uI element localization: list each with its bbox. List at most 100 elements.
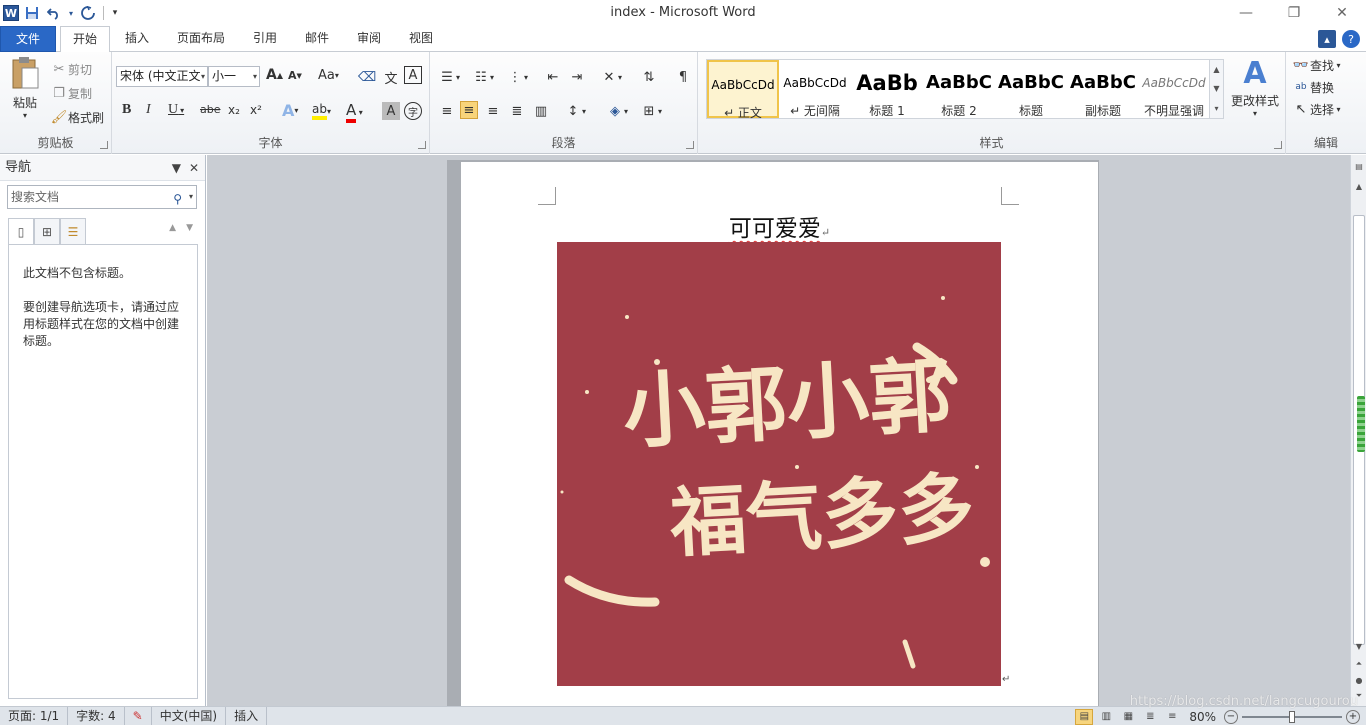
- enclose-char-button[interactable]: 字: [404, 102, 422, 120]
- nav-search-input[interactable]: 搜索文档 ⚲ ▾: [7, 185, 197, 209]
- word-app-icon[interactable]: W: [3, 5, 19, 21]
- nav-pane-close-icon[interactable]: ✕: [189, 155, 199, 181]
- nav-tab-pages[interactable]: ⊞: [34, 218, 60, 244]
- print-layout-view-icon[interactable]: ▤: [1075, 708, 1094, 725]
- styles-launcher-icon[interactable]: [1274, 141, 1282, 149]
- style-no-spacing[interactable]: AaBbCcDd ↵ 无间隔: [779, 60, 851, 118]
- style-subtle-emphasis[interactable]: AaBbCcDd 不明显强调: [1139, 60, 1209, 118]
- status-word-count[interactable]: 字数: 4: [68, 706, 125, 725]
- strikethrough-button[interactable]: abe: [200, 103, 221, 116]
- help-icon[interactable]: ?: [1342, 30, 1360, 48]
- italic-button[interactable]: I: [146, 102, 151, 118]
- align-center-button[interactable]: ≡: [460, 101, 478, 119]
- select-button[interactable]: ↖ 选择 ▾: [1292, 100, 1341, 118]
- bullets-button[interactable]: ☰ ▾: [438, 68, 460, 86]
- document-title-text[interactable]: 可可爱爱↵: [461, 209, 1098, 243]
- tab-review[interactable]: 审阅: [344, 26, 394, 52]
- restore-button[interactable]: ❐: [1270, 0, 1318, 26]
- clipboard-launcher-icon[interactable]: [100, 141, 108, 149]
- document-title[interactable]: 可可爱爱: [729, 216, 821, 242]
- chevron-down-icon[interactable]: ▼: [1213, 84, 1219, 93]
- line-spacing-button[interactable]: ↕ ▾: [564, 102, 586, 120]
- next-heading-icon[interactable]: ▼: [186, 223, 193, 233]
- text-effect-button[interactable]: A ▾: [282, 101, 298, 120]
- superscript-button[interactable]: x²: [250, 103, 262, 117]
- zoom-slider-knob[interactable]: [1289, 710, 1295, 723]
- undo-dropdown-icon[interactable]: ▾: [67, 4, 75, 22]
- customize-qat-icon[interactable]: ▾: [110, 4, 120, 22]
- font-name-combo[interactable]: 宋体 (中文正文 ▾: [116, 66, 208, 87]
- chevron-up-icon[interactable]: ▲: [1213, 65, 1219, 74]
- change-styles-button[interactable]: A 更改样式 ▾: [1228, 58, 1282, 119]
- more-styles-icon[interactable]: ▾: [1214, 104, 1218, 113]
- scroll-down-icon[interactable]: ▼: [1352, 639, 1366, 653]
- phonetic-guide-button[interactable]: 文: [382, 68, 400, 87]
- font-color-button[interactable]: A ▾: [346, 101, 363, 123]
- subscript-button[interactable]: x₂: [228, 103, 240, 117]
- document-picture[interactable]: 小郭小郭 福气多多: [557, 242, 1001, 686]
- proofing-status[interactable]: ✎: [125, 706, 152, 725]
- format-painter-button[interactable]: 🖌 格式刷: [50, 108, 104, 126]
- minimize-button[interactable]: —: [1222, 0, 1270, 26]
- align-left-button[interactable]: ≡: [438, 102, 456, 120]
- decrease-indent-button[interactable]: ⇤: [544, 68, 562, 86]
- distributed-button[interactable]: ▥: [532, 102, 550, 120]
- web-layout-icon[interactable]: ▦: [1119, 709, 1137, 725]
- nav-tab-headings[interactable]: ▯: [8, 218, 34, 244]
- justify-button[interactable]: ≣: [508, 102, 526, 120]
- style-title[interactable]: AaBbC 标题: [995, 60, 1067, 118]
- copy-button[interactable]: ❐ 复制: [50, 84, 92, 102]
- tab-insert[interactable]: 插入: [112, 26, 162, 52]
- tab-file[interactable]: 文件: [0, 26, 56, 52]
- save-icon[interactable]: [23, 4, 41, 22]
- zoom-out-button[interactable]: −: [1224, 709, 1238, 724]
- redo-icon[interactable]: [79, 4, 97, 22]
- cut-button[interactable]: ✂ 剪切: [50, 60, 92, 78]
- shrink-font-button[interactable]: A ▼: [288, 69, 302, 82]
- ruler-toggle-icon[interactable]: ▤: [1352, 159, 1366, 173]
- style-subtitle[interactable]: AaBbC 副标题: [1067, 60, 1139, 118]
- browse-object-icon[interactable]: ●: [1352, 673, 1366, 687]
- paste-button[interactable]: 粘贴 ▾: [8, 56, 42, 120]
- bold-button[interactable]: B: [122, 102, 131, 118]
- align-right-button[interactable]: ≡: [484, 102, 502, 120]
- char-shading-button[interactable]: A: [382, 102, 400, 120]
- outline-view-icon[interactable]: ≣: [1141, 709, 1159, 725]
- tab-view[interactable]: 视图: [396, 26, 446, 52]
- document-page[interactable]: 可可爱爱↵ 小郭小郭 福气多多 ↵: [461, 162, 1098, 706]
- char-border-button[interactable]: A: [404, 66, 422, 84]
- style-heading-1[interactable]: AaBb 标题 1: [851, 60, 923, 118]
- full-screen-reading-icon[interactable]: ▥: [1097, 709, 1115, 725]
- multilevel-list-button[interactable]: ⋮ ▾: [506, 68, 529, 86]
- scroll-up-icon[interactable]: ▲: [1352, 179, 1366, 193]
- previous-page-icon[interactable]: ⏶: [1352, 657, 1366, 671]
- undo-icon[interactable]: [45, 4, 63, 22]
- style-normal[interactable]: AaBbCcDd ↵ 正文: [707, 60, 779, 120]
- search-dropdown-icon[interactable]: ▾: [189, 186, 193, 208]
- font-size-combo[interactable]: 小一 ▾: [208, 66, 260, 87]
- status-page-count[interactable]: 页面: 1/1: [0, 706, 69, 725]
- tab-page-layout[interactable]: 页面布局: [166, 26, 236, 52]
- styles-scrollbar[interactable]: ▲ ▼ ▾: [1209, 60, 1223, 118]
- replace-button[interactable]: ab 替换: [1292, 78, 1334, 96]
- font-launcher-icon[interactable]: [418, 141, 426, 149]
- status-insert-mode[interactable]: 插入: [226, 706, 268, 725]
- status-language[interactable]: 中文(中国): [152, 706, 227, 725]
- search-icon[interactable]: ⚲: [173, 188, 182, 210]
- zoom-level[interactable]: 80%: [1189, 710, 1216, 724]
- underline-button[interactable]: U ▾: [168, 102, 184, 118]
- zoom-in-button[interactable]: +: [1346, 709, 1360, 724]
- clear-format-button[interactable]: ⌫: [358, 68, 376, 86]
- vertical-scrollbar[interactable]: ▤ ▲ ▼ ⏶ ● ⏷: [1350, 155, 1366, 706]
- minimize-ribbon-icon[interactable]: ▴: [1318, 30, 1336, 48]
- draft-view-icon[interactable]: ≡: [1163, 709, 1181, 725]
- scroll-thumb[interactable]: [1353, 215, 1365, 645]
- chinese-layout-button[interactable]: ✕ ▾: [600, 68, 622, 86]
- previous-heading-icon[interactable]: ▲: [169, 223, 176, 233]
- close-button[interactable]: ✕: [1318, 0, 1366, 26]
- show-marks-button[interactable]: ¶: [674, 68, 692, 86]
- shading-button[interactable]: ◈ ▾: [606, 102, 628, 120]
- tab-home[interactable]: 开始: [60, 26, 110, 53]
- zoom-slider[interactable]: [1242, 710, 1342, 723]
- highlight-button[interactable]: ab ▾: [312, 102, 331, 120]
